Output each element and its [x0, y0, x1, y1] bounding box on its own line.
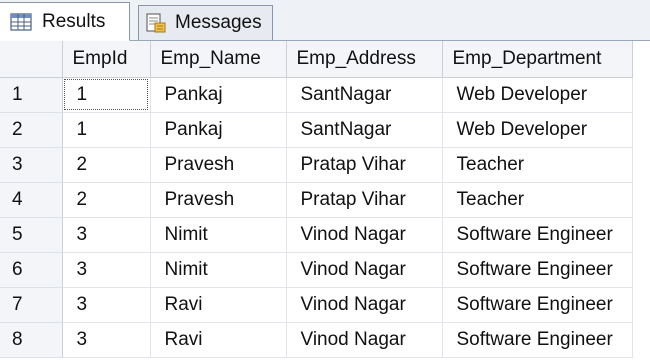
column-header-emp-name[interactable]: Emp_Name	[150, 41, 287, 78]
cell-emp-address[interactable]: SantNagar	[286, 77, 443, 113]
column-header-empid[interactable]: EmpId	[62, 41, 151, 78]
column-header-emp-department[interactable]: Emp_Department	[442, 41, 633, 78]
tab-results[interactable]: Results	[0, 2, 130, 41]
cell-emp-department[interactable]: Teacher	[442, 147, 633, 183]
cell-emp-name[interactable]: Pankaj	[150, 77, 287, 113]
grid-icon	[10, 12, 32, 31]
cell-emp-address[interactable]: Vinod Nagar	[286, 217, 443, 253]
cell-emp-department[interactable]: Software Engineer	[442, 287, 633, 323]
row-number-header[interactable]	[0, 41, 63, 78]
row-number[interactable]: 4	[0, 182, 63, 218]
cell-empid[interactable]: 3	[62, 252, 151, 288]
table-row: 4 2 Pravesh Pratap Vihar Teacher	[0, 182, 633, 218]
cell-emp-name[interactable]: Pankaj	[150, 112, 287, 148]
cell-emp-name[interactable]: Ravi	[150, 322, 287, 358]
cell-emp-name[interactable]: Nimit	[150, 252, 287, 288]
cell-empid[interactable]: 1	[62, 77, 151, 113]
cell-empid[interactable]: 3	[62, 287, 151, 323]
tab-messages-label: Messages	[175, 12, 262, 33]
cell-emp-address[interactable]: Vinod Nagar	[286, 252, 443, 288]
cell-empid[interactable]: 3	[62, 217, 151, 253]
results-grid: EmpId Emp_Name Emp_Address Emp_Departmen…	[0, 41, 633, 358]
cell-empid[interactable]: 2	[62, 147, 151, 183]
row-number[interactable]: 8	[0, 322, 63, 358]
row-number[interactable]: 3	[0, 147, 63, 183]
results-tab-bar: Results Messages	[0, 0, 650, 41]
cell-emp-address[interactable]: Vinod Nagar	[286, 322, 443, 358]
row-number[interactable]: 7	[0, 287, 63, 323]
messages-icon	[146, 13, 166, 33]
cell-empid[interactable]: 3	[62, 322, 151, 358]
tab-messages[interactable]: Messages	[138, 5, 273, 40]
row-number[interactable]: 2	[0, 112, 63, 148]
tab-results-label: Results	[42, 10, 106, 32]
table-row: 1 1 Pankaj SantNagar Web Developer	[0, 77, 633, 113]
cell-emp-department[interactable]: Software Engineer	[442, 322, 633, 358]
cell-emp-address[interactable]: SantNagar	[286, 112, 443, 148]
cell-emp-address[interactable]: Pratap Vihar	[286, 147, 443, 183]
header-row: EmpId Emp_Name Emp_Address Emp_Departmen…	[0, 41, 633, 78]
row-number[interactable]: 5	[0, 217, 63, 253]
column-header-emp-address[interactable]: Emp_Address	[286, 41, 443, 78]
cell-emp-name[interactable]: Pravesh	[150, 182, 287, 218]
table-row: 5 3 Nimit Vinod Nagar Software Engineer	[0, 217, 633, 253]
row-number[interactable]: 1	[0, 77, 63, 113]
cell-emp-department[interactable]: Teacher	[442, 182, 633, 218]
table-row: 2 1 Pankaj SantNagar Web Developer	[0, 112, 633, 148]
cell-emp-name[interactable]: Ravi	[150, 287, 287, 323]
table-row: 8 3 Ravi Vinod Nagar Software Engineer	[0, 322, 633, 358]
cell-emp-department[interactable]: Software Engineer	[442, 217, 633, 253]
cell-emp-department[interactable]: Software Engineer	[442, 252, 633, 288]
cell-emp-name[interactable]: Pravesh	[150, 147, 287, 183]
cell-emp-address[interactable]: Pratap Vihar	[286, 182, 443, 218]
cell-emp-address[interactable]: Vinod Nagar	[286, 287, 443, 323]
results-grid-container: EmpId Emp_Name Emp_Address Emp_Departmen…	[0, 41, 650, 360]
table-row: 6 3 Nimit Vinod Nagar Software Engineer	[0, 252, 633, 288]
cell-emp-department[interactable]: Web Developer	[442, 112, 633, 148]
cell-empid[interactable]: 1	[62, 112, 151, 148]
row-number[interactable]: 6	[0, 252, 63, 288]
cell-emp-name[interactable]: Nimit	[150, 217, 287, 253]
table-row: 3 2 Pravesh Pratap Vihar Teacher	[0, 147, 633, 183]
cell-emp-department[interactable]: Web Developer	[442, 77, 633, 113]
table-row: 7 3 Ravi Vinod Nagar Software Engineer	[0, 287, 633, 323]
cell-empid[interactable]: 2	[62, 182, 151, 218]
